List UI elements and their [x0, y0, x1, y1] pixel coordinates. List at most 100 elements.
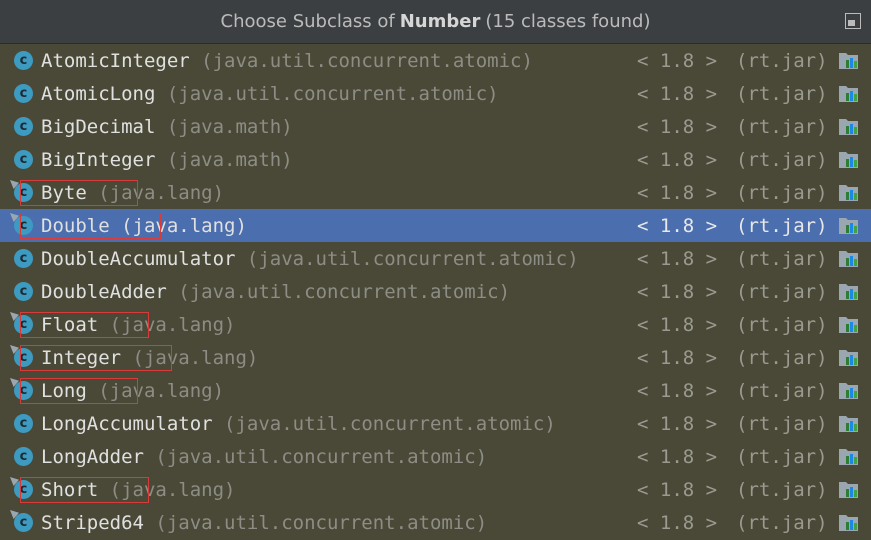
library-icon [838, 315, 860, 334]
list-item[interactable]: c LongAdder (java.util.concurrent.atomic)… [0, 440, 871, 473]
title-class-name: Number [399, 11, 481, 32]
jar-name: (rt.jar) [736, 280, 828, 303]
jdk-version: < 1.8 > [637, 280, 718, 303]
list-item[interactable]: c BigDecimal (java.math) < 1.8 > (rt.jar) [0, 110, 871, 143]
list-item[interactable]: c AtomicLong (java.util.concurrent.atomic… [0, 77, 871, 110]
library-icon [838, 513, 860, 532]
jdk-version: < 1.8 > [637, 214, 718, 237]
pin-window-icon[interactable] [845, 13, 861, 29]
list-item[interactable]: c Short (java.lang) < 1.8 > (rt.jar) [0, 473, 871, 506]
package-name: (java.util.concurrent.atomic) [224, 412, 556, 435]
class-name: DoubleAdder [41, 280, 167, 303]
class-name: BigDecimal [41, 115, 156, 138]
final-class-icon: c [14, 183, 33, 202]
library-icon [838, 348, 860, 367]
final-class-icon: c [14, 513, 33, 532]
subclass-list[interactable]: c AtomicInteger (java.util.concurrent.ato… [0, 44, 871, 540]
class-name: Float [41, 313, 99, 336]
jar-name: (rt.jar) [736, 247, 828, 270]
package-name: (java.util.concurrent.atomic) [155, 511, 488, 534]
class-icon: c [14, 150, 33, 169]
package-name: (java.lang) [98, 181, 225, 204]
class-label: Double (java.lang) [41, 215, 247, 237]
package-name: (java.util.concurrent.atomic) [166, 82, 499, 105]
class-icon: c [14, 282, 33, 301]
class-label: LongAccumulator (java.util.concurrent.at… [41, 413, 556, 435]
library-icon [838, 216, 860, 235]
package-name: (java.lang) [132, 346, 259, 369]
jdk-version: < 1.8 > [637, 247, 718, 270]
popup-title: Choose Subclass of Number (15 classes fo… [0, 0, 871, 44]
list-item[interactable]: c Double (java.lang) < 1.8 > (rt.jar) [0, 209, 871, 242]
class-label: Long (java.lang) [41, 380, 224, 402]
jar-name: (rt.jar) [736, 115, 828, 138]
jdk-version: < 1.8 > [637, 478, 718, 501]
class-name: Integer [41, 346, 122, 369]
class-label: AtomicInteger (java.util.concurrent.atom… [41, 50, 533, 72]
list-item[interactable]: c Integer (java.lang) < 1.8 > (rt.jar) [0, 341, 871, 374]
jar-name: (rt.jar) [736, 313, 828, 336]
class-name: Striped64 [41, 511, 144, 534]
package-name: (java.util.concurrent.atomic) [178, 280, 511, 303]
jar-name: (rt.jar) [736, 478, 828, 501]
list-item[interactable]: c AtomicInteger (java.util.concurrent.ato… [0, 44, 871, 77]
jdk-version: < 1.8 > [637, 379, 718, 402]
jar-name: (rt.jar) [736, 148, 828, 171]
list-item[interactable]: c DoubleAdder (java.util.concurrent.atomi… [0, 275, 871, 308]
jar-name: (rt.jar) [736, 49, 828, 72]
final-class-icon: c [14, 348, 33, 367]
library-icon [838, 447, 860, 466]
class-label: DoubleAdder (java.util.concurrent.atomic… [41, 281, 510, 303]
list-item[interactable]: c Byte (java.lang) < 1.8 > (rt.jar) [0, 176, 871, 209]
library-icon [838, 84, 860, 103]
jdk-version: < 1.8 > [637, 511, 718, 534]
jdk-version: < 1.8 > [637, 115, 718, 138]
choose-subclass-popup: Choose Subclass of Number (15 classes fo… [0, 0, 871, 540]
class-icon: c [14, 447, 33, 466]
jdk-version: < 1.8 > [637, 181, 718, 204]
title-suffix: (15 classes found) [485, 11, 651, 32]
package-name: (java.lang) [98, 379, 225, 402]
class-label: Float (java.lang) [41, 314, 236, 336]
class-label: Striped64 (java.util.concurrent.atomic) [41, 512, 487, 534]
package-name: (java.math) [166, 148, 293, 171]
jar-name: (rt.jar) [736, 511, 828, 534]
class-label: LongAdder (java.util.concurrent.atomic) [41, 446, 487, 468]
library-icon [838, 51, 860, 70]
class-name: Byte [41, 181, 87, 204]
final-class-icon: c [14, 315, 33, 334]
class-label: Short (java.lang) [41, 479, 236, 501]
jdk-version: < 1.8 > [637, 313, 718, 336]
library-icon [838, 480, 860, 499]
library-icon [838, 249, 860, 268]
jar-name: (rt.jar) [736, 412, 828, 435]
list-item[interactable]: c Striped64 (java.util.concurrent.atomic)… [0, 506, 871, 539]
class-name: LongAccumulator [41, 412, 213, 435]
list-item[interactable]: c Float (java.lang) < 1.8 > (rt.jar) [0, 308, 871, 341]
final-class-icon: c [14, 216, 33, 235]
class-name: LongAdder [41, 445, 144, 468]
list-item[interactable]: c DoubleAccumulator (java.util.concurrent… [0, 242, 871, 275]
library-icon [838, 183, 860, 202]
list-item[interactable]: c BigInteger (java.math) < 1.8 > (rt.jar) [0, 143, 871, 176]
jdk-version: < 1.8 > [637, 412, 718, 435]
list-item[interactable]: c LongAccumulator (java.util.concurrent.a… [0, 407, 871, 440]
library-icon [838, 282, 860, 301]
class-name: DoubleAccumulator [41, 247, 236, 270]
list-item[interactable]: c Long (java.lang) < 1.8 > (rt.jar) [0, 374, 871, 407]
package-name: (java.lang) [121, 214, 247, 237]
jar-name: (rt.jar) [736, 346, 828, 369]
jar-name: (rt.jar) [736, 82, 828, 105]
title-prefix: Choose Subclass of [220, 11, 395, 32]
jar-name: (rt.jar) [736, 214, 828, 237]
class-label: AtomicLong (java.util.concurrent.atomic) [41, 83, 499, 105]
class-icon: c [14, 117, 33, 136]
class-label: DoubleAccumulator (java.util.concurrent.… [41, 248, 579, 270]
package-name: (java.lang) [109, 313, 236, 336]
package-name: (java.util.concurrent.atomic) [155, 445, 488, 468]
jdk-version: < 1.8 > [637, 82, 718, 105]
package-name: (java.math) [166, 115, 293, 138]
final-class-icon: c [14, 381, 33, 400]
jdk-version: < 1.8 > [637, 346, 718, 369]
jdk-version: < 1.8 > [637, 148, 718, 171]
